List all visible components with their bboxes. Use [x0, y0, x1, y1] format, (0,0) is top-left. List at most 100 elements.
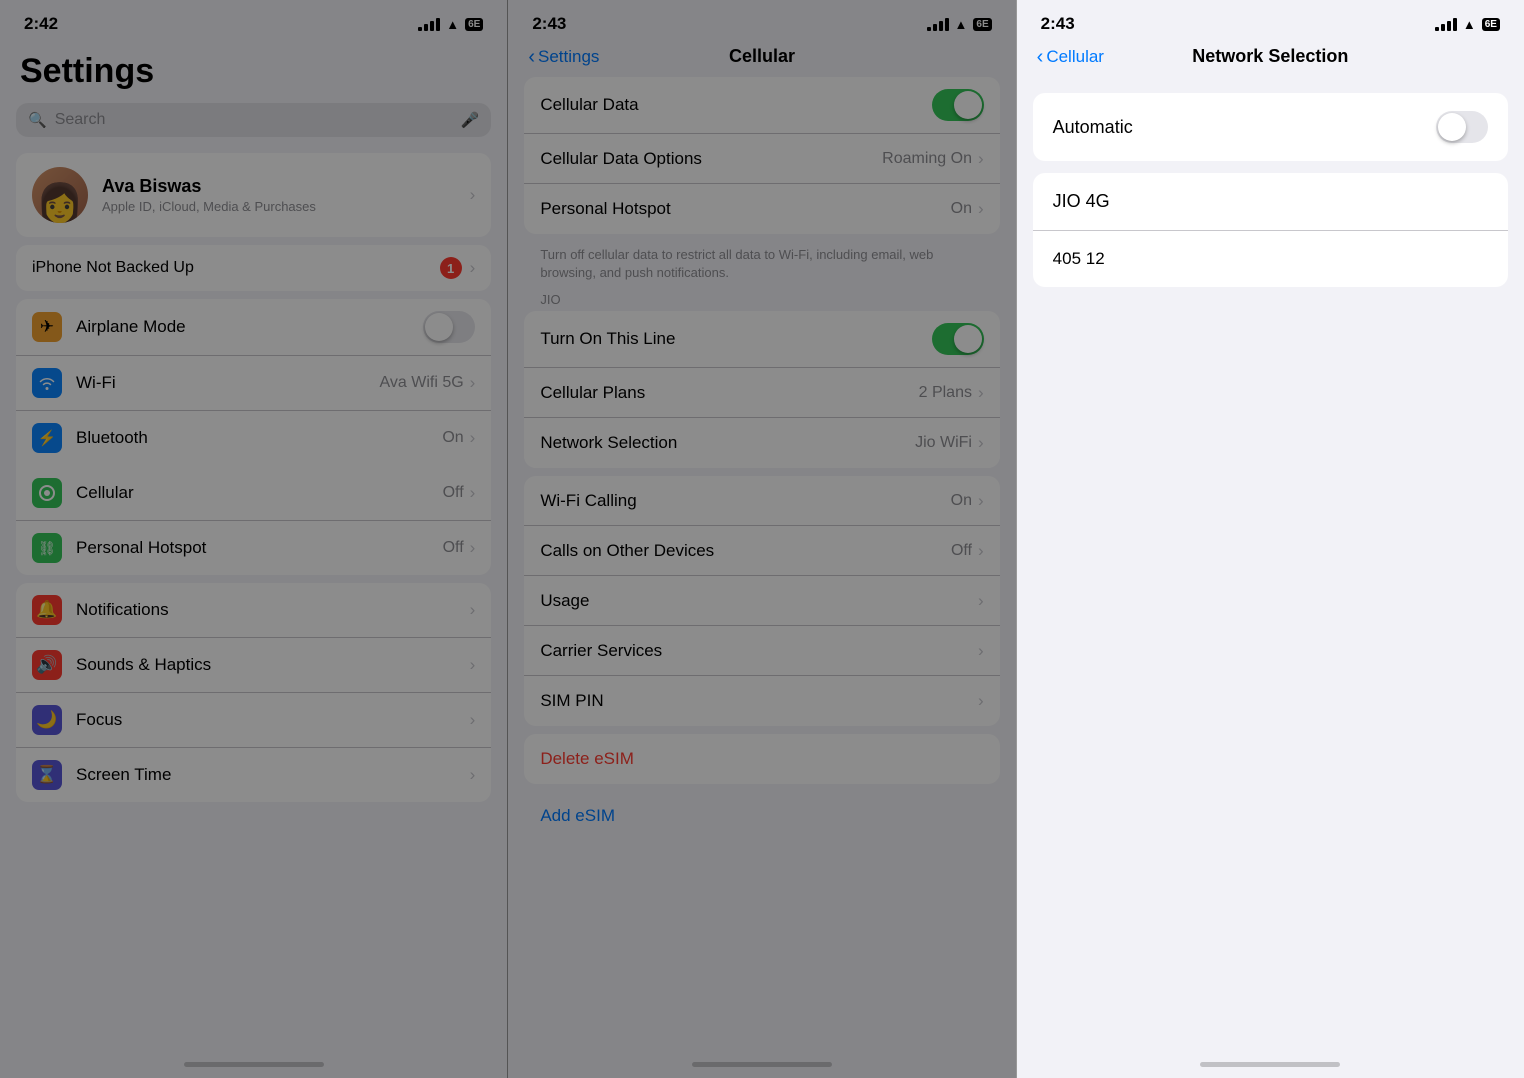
chevron-icon: › [978, 383, 984, 403]
carrier-label: JIO [508, 288, 1015, 311]
chevron-icon: › [978, 591, 984, 611]
cellular-note: Turn off cellular data to restrict all d… [508, 242, 1015, 288]
chevron-icon: › [470, 710, 476, 730]
hotspot-icon: ⛓ [32, 533, 62, 563]
network-code-row[interactable]: 405 12 [1033, 231, 1508, 287]
wifi-icon: ▲ [955, 17, 968, 32]
screentime-row[interactable]: ⌛ Screen Time › [16, 748, 491, 802]
carrier-services-label: Carrier Services [540, 641, 978, 661]
notifications-row[interactable]: 🔔 Notifications › [16, 583, 491, 638]
network-selection-panel: 2:43 ▲ 6E ‹ Cellular Network Selection A… [1016, 0, 1524, 1078]
back-button-3[interactable]: ‹ Cellular [1037, 47, 1104, 67]
backup-row[interactable]: iPhone Not Backed Up 1 › [16, 245, 491, 291]
esim-group: Delete eSIM [524, 734, 999, 784]
turn-on-line-toggle[interactable] [932, 323, 984, 355]
system-group: 🔔 Notifications › 🔊 Sounds & Haptics › 🌙… [16, 583, 491, 802]
hotspot-value: Off [443, 539, 464, 557]
back-label-3: Cellular [1046, 47, 1104, 67]
settings-panel: 2:42 ▲ 6E Settings 🔍 Search 🎤 👩 [0, 0, 507, 1078]
airplane-mode-row[interactable]: ✈ Airplane Mode [16, 299, 491, 356]
chevron-icon: › [978, 541, 984, 561]
cellular-value: Off [443, 484, 464, 502]
network-selection-row[interactable]: Network Selection Jio WiFi › [524, 418, 999, 468]
status-bar-2: 2:43 ▲ 6E [508, 0, 1015, 42]
status-bar-1: 2:42 ▲ 6E [0, 0, 507, 42]
wifi-setting-icon [32, 368, 62, 398]
connectivity-section: ✈ Airplane Mode Wi-Fi A [0, 299, 507, 575]
sim-pin-row[interactable]: SIM PIN › [524, 676, 999, 726]
settings-scroll: Settings 🔍 Search 🎤 👩 Ava Biswas Apple I… [0, 42, 507, 1050]
search-bar[interactable]: 🔍 Search 🎤 [16, 103, 491, 137]
delete-esim-row[interactable]: Delete eSIM [524, 734, 999, 784]
chevron-icon: › [978, 199, 984, 219]
wifi-icon: ▲ [446, 17, 459, 32]
calls-other-devices-row[interactable]: Calls on Other Devices Off › [524, 526, 999, 576]
automatic-toggle[interactable] [1436, 111, 1488, 143]
personal-hotspot-label: Personal Hotspot [540, 199, 950, 219]
network-badge-3: 6E [1482, 18, 1500, 31]
chevron-icon: › [978, 691, 984, 711]
chevron-icon: › [470, 655, 476, 675]
connectivity-group: ✈ Airplane Mode Wi-Fi A [16, 299, 491, 575]
home-indicator-2 [508, 1050, 1015, 1078]
home-indicator [0, 1050, 507, 1078]
jio-group: Turn On This Line Cellular Plans 2 Plans… [524, 311, 999, 468]
back-button-2[interactable]: ‹ Settings [528, 47, 599, 67]
status-icons-2: ▲ 6E [927, 17, 992, 32]
signal-icon [927, 17, 949, 31]
cellular-plans-row[interactable]: Cellular Plans 2 Plans › [524, 368, 999, 418]
status-icons-3: ▲ 6E [1435, 17, 1500, 32]
chevron-icon: › [978, 491, 984, 511]
hotspot-label: Personal Hotspot [76, 538, 443, 558]
profile-info: Ava Biswas Apple ID, iCloud, Media & Pur… [102, 176, 470, 214]
jio-4g-row[interactable]: JIO 4G [1033, 173, 1508, 231]
nav-title-2: Cellular [729, 46, 795, 67]
cellular-row[interactable]: Cellular Off › [16, 466, 491, 521]
chevron-icon: › [470, 538, 476, 558]
sounds-label: Sounds & Haptics [76, 655, 470, 675]
airplane-toggle[interactable] [423, 311, 475, 343]
focus-label: Focus [76, 710, 470, 730]
chevron-icon: › [470, 600, 476, 620]
usage-row[interactable]: Usage › [524, 576, 999, 626]
chevron-icon: › [470, 373, 476, 393]
network-badge-1: 6E [465, 18, 483, 31]
hotspot-row[interactable]: ⛓ Personal Hotspot Off › [16, 521, 491, 575]
network-selection-label: Network Selection [540, 433, 915, 453]
personal-hotspot-row[interactable]: Personal Hotspot On › [524, 184, 999, 234]
cellular-scroll: Cellular Data Cellular Data Options Roam… [508, 77, 1015, 1050]
wifi-row[interactable]: Wi-Fi Ava Wifi 5G › [16, 356, 491, 411]
profile-subtitle: Apple ID, iCloud, Media & Purchases [102, 199, 470, 214]
backup-badge: 1 [440, 257, 462, 279]
chevron-icon: › [470, 765, 476, 785]
time-3: 2:43 [1041, 14, 1075, 34]
airplane-label: Airplane Mode [76, 317, 423, 337]
calls-other-value: Off [951, 542, 972, 560]
add-esim-button[interactable]: Add eSIM [508, 792, 1015, 840]
cellular-data-row[interactable]: Cellular Data [524, 77, 999, 134]
signal-icon [1435, 17, 1457, 31]
cellular-options-row[interactable]: Cellular Data Options Roaming On › [524, 134, 999, 184]
sounds-row[interactable]: 🔊 Sounds & Haptics › [16, 638, 491, 693]
turn-on-line-row[interactable]: Turn On This Line [524, 311, 999, 368]
automatic-row[interactable]: Automatic [1033, 93, 1508, 161]
search-icon: 🔍 [28, 111, 47, 129]
carrier-services-row[interactable]: Carrier Services › [524, 626, 999, 676]
calls-other-label: Calls on Other Devices [540, 541, 951, 561]
cellular-icon [32, 478, 62, 508]
bluetooth-row[interactable]: ⚡ Bluetooth On › [16, 411, 491, 466]
profile-row[interactable]: 👩 Ava Biswas Apple ID, iCloud, Media & P… [16, 153, 491, 237]
settings-title: Settings [0, 42, 507, 103]
cellular-data-toggle[interactable] [932, 89, 984, 121]
mic-icon: 🎤 [461, 111, 480, 129]
focus-row[interactable]: 🌙 Focus › [16, 693, 491, 748]
search-placeholder: Search [55, 111, 453, 129]
cellular-extra-group: Wi-Fi Calling On › Calls on Other Device… [524, 476, 999, 726]
network-selection-value: Jio WiFi [915, 434, 972, 452]
chevron-icon: › [978, 149, 984, 169]
wifi-calling-row[interactable]: Wi-Fi Calling On › [524, 476, 999, 526]
time-1: 2:42 [24, 14, 58, 34]
wifi-calling-label: Wi-Fi Calling [540, 491, 950, 511]
wifi-calling-value: On [951, 492, 972, 510]
cellular-options-value: Roaming On [882, 150, 972, 168]
